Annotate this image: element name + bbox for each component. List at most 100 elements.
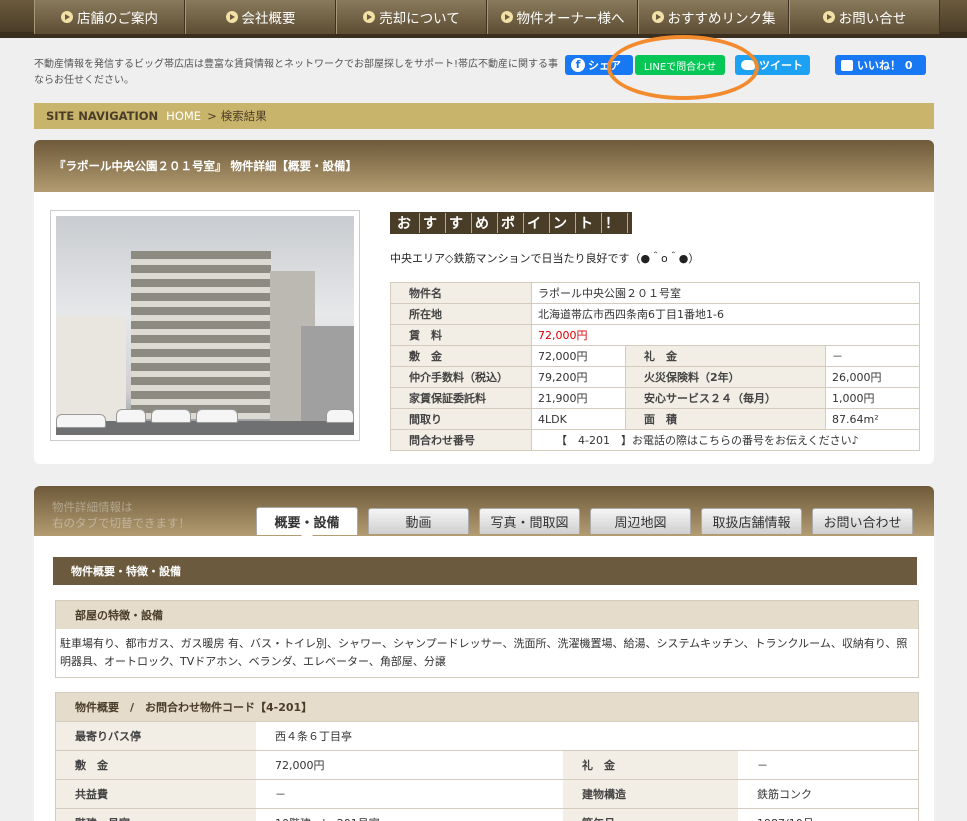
outline-label: 階建・号室 [56,808,256,821]
badge-char: お [394,213,420,233]
nav-item-selling[interactable]: 売却について [336,0,487,34]
nav-label: お問い合せ [838,11,907,27]
tab-photos-floorplan[interactable]: 写真・間取図 [479,508,580,534]
property-detail-panel: 『ラポール中央公園２０１号室』 物件詳細【概要・設備】 おすすめポイント！ 中央… [34,140,934,464]
spec-value: 北海道帯広市西四条南6丁目1番地1-6 [531,303,920,325]
outline-label: 最寄りバス停 [56,721,256,751]
spec-label: 安心サービス２４（毎月） [625,387,826,409]
spec-label: 問合わせ番号 [390,429,532,451]
facebook-like-button[interactable]: いいね！ 0 [835,55,926,75]
spec-value: ラポール中央公園２０１号室 [531,282,920,304]
table-row: 家賃保証委託料 21,900円 安心サービス２４（毎月） 1,000円 [390,387,920,409]
breadcrumb-label: SITE NAVIGATION [46,109,159,123]
arrow-bullet-icon [651,11,664,23]
parked-car [326,409,354,423]
outline-value: 鉄筋コンク [738,779,918,809]
spec-label: 所在地 [390,303,532,325]
table-row: 階建・号室 10階建 | 201号室 築年月 1987/10月 [56,808,918,821]
room-features-box: 部屋の特徴・設備 駐車場有り、都市ガス、ガス暖房 有、バス・トイレ別、シャワー、… [55,600,919,678]
breadcrumb-current: 検索結果 [220,109,267,123]
outline-value: － [738,750,918,780]
breadcrumb: SITE NAVIGATION HOME > 検索結果 [34,103,934,129]
spec-value: 72,000円 [531,345,626,367]
outline-value: 1987/10月 [738,808,918,821]
outline-value: 西４条６丁目亭 [256,721,918,751]
table-row: 共益費 － 建物構造 鉄筋コンク [56,779,918,809]
property-outline-box: 物件概要 / お問合わせ物件コード【4-201】 最寄りバス停 西４条６丁目亭 … [55,692,919,821]
nav-item-owners[interactable]: 物件オーナー様へ [487,0,638,34]
property-outline-heading: 物件概要 / お問合わせ物件コード【4-201】 [56,693,918,721]
nav-item-company[interactable]: 会社概要 [185,0,336,34]
outline-value: 72,000円 [256,750,563,780]
tab-map[interactable]: 周辺地図 [590,508,691,534]
spec-label: 賃 料 [390,324,532,346]
spec-label: 間取り [390,408,532,430]
neighbor-house [56,316,126,426]
nav-label: 店舗のご案内 [77,11,158,27]
outline-label: 敷 金 [56,750,256,780]
outline-label: 建物構造 [563,779,738,809]
parked-car [56,414,106,428]
spec-label: 敷 金 [390,345,532,367]
spec-label: 物件名 [390,282,532,304]
badge-char: す [420,213,446,233]
arrow-bullet-icon [225,11,238,23]
arrow-bullet-icon [363,11,376,23]
parked-car [196,409,238,423]
spec-value: 79,200円 [531,366,626,388]
table-row: 物件名 ラポール中央公園２０１号室 [390,282,920,304]
table-row: 賃 料 72,000円 [390,324,920,346]
nav-label: 売却について [379,11,460,27]
badge-char: め [472,213,498,233]
top-navigation: 店舗のご案内 会社概要 売却について 物件オーナー様へ おすすめリンク集 お問い… [0,0,967,38]
recommend-point-badge: おすすめポイント！ [390,212,632,234]
outline-value: － [256,779,563,809]
arrow-bullet-icon [822,11,835,23]
table-row: 所在地 北海道帯広市西四条南6丁目1番地1-6 [390,303,920,325]
outline-label: 築年月 [563,808,738,821]
spec-value: 87.64m² [825,408,920,430]
highlight-circle-annotation [607,35,759,100]
site-description: 不動産情報を発信するビッグ帯広店は豊富な賃貸情報とネットワークでお部屋探しをサポ… [34,59,559,86]
badge-char: す [446,213,472,233]
nav-item-store-guide[interactable]: 店舗のご案内 [34,0,185,34]
tabs-header: 物件詳細情報は 右のタブで切替できます！ 概要・設備 動画 写真・間取図 周辺地… [34,486,934,541]
outline-label: 共益費 [56,779,256,809]
nav-label: 会社概要 [241,11,296,27]
thumbs-up-icon [841,59,853,71]
rent-value: 72,000円 [531,324,920,346]
badge-char: ！ [602,213,628,233]
breadcrumb-home-link[interactable]: HOME [166,109,201,123]
property-photo-frame[interactable] [50,210,360,441]
property-photo [56,216,354,435]
spec-label: 火災保険料（2年） [625,366,826,388]
tab-overview[interactable]: 概要・設備 [256,507,358,541]
tab-contact[interactable]: お問い合わせ [812,508,913,534]
tweet-label: ツイート [759,59,803,72]
outline-label: 礼 金 [563,750,738,780]
section-title: 物件概要・特徴・設備 [53,557,917,585]
tab-video[interactable]: 動画 [368,508,469,534]
spec-label: 面 積 [625,408,826,430]
nav-item-links[interactable]: おすすめリンク集 [638,0,789,34]
spec-label: 仲介手数料（税込） [390,366,532,388]
table-row: 問合わせ番号 【 4-201 】お電話の際はこちらの番号をお伝えください♪ [390,429,920,451]
nav-item-contact[interactable]: お問い合せ [789,0,940,34]
spec-value: 4LDK [531,408,626,430]
table-row: 敷 金 72,000円 礼 金 － [390,345,920,367]
like-label: いいね！ 0 [857,59,913,72]
facebook-icon: f [571,58,585,72]
apartment-building [131,251,271,419]
parked-car [151,409,191,423]
tab-store-info[interactable]: 取扱店舗情報 [701,508,802,534]
nav-label: 物件オーナー様へ [516,11,625,27]
badge-char: ト [576,213,602,233]
spec-label: 礼 金 [625,345,826,367]
arrow-bullet-icon [61,11,73,23]
nav-label: おすすめリンク集 [667,11,776,27]
breadcrumb-separator: > [207,109,217,123]
spec-label: 家賃保証委託料 [390,387,532,409]
table-row: 仲介手数料（税込） 79,200円 火災保険料（2年） 26,000円 [390,366,920,388]
table-row: 間取り 4LDK 面 積 87.64m² [390,408,920,430]
room-features-list: 駐車場有り、都市ガス、ガス暖房 有、バス・トイレ別、シャワー、シャンプードレッサ… [60,637,908,668]
